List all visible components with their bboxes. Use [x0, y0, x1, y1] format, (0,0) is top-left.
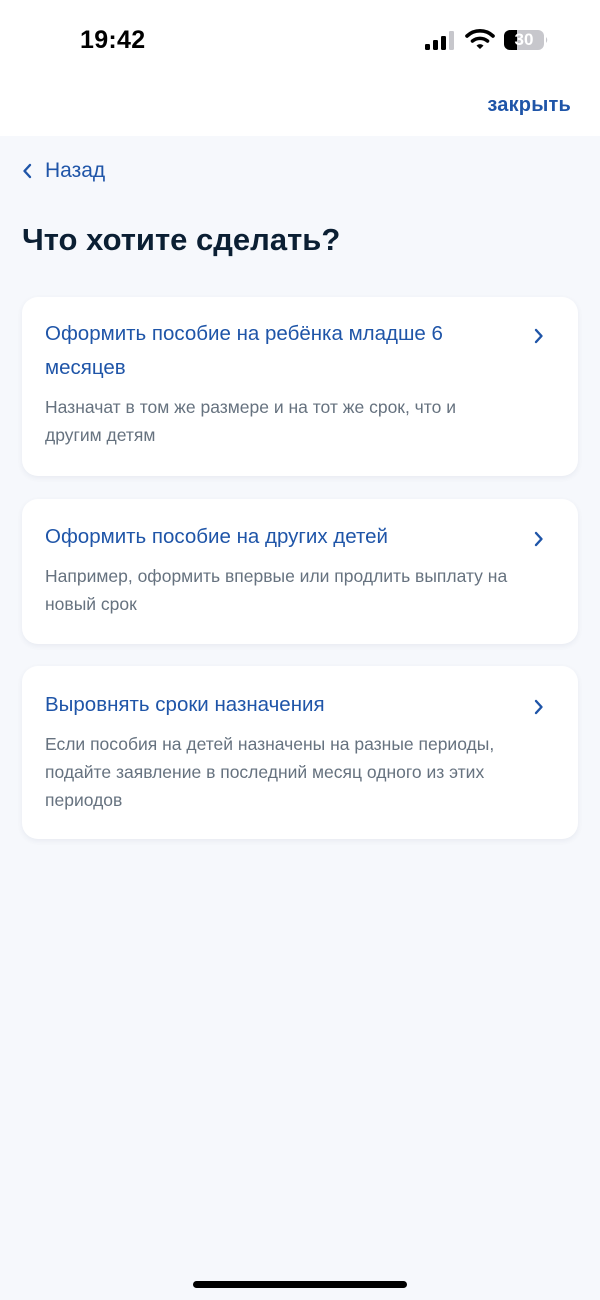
battery-level: 30 [514, 30, 534, 49]
option-title: Оформить пособие на ребёнка младше 6 мес… [45, 322, 443, 379]
chevron-right-icon [534, 531, 543, 547]
option-card-infant-benefit[interactable]: Оформить пособие на ребёнка младше 6 мес… [22, 297, 578, 476]
option-card-other-children[interactable]: Оформить пособие на других детей Наприме… [22, 499, 578, 644]
close-link[interactable]: закрыть [487, 94, 571, 117]
cellular-signal-icon [425, 31, 454, 50]
top-bar: 19:42 30 закрыть [0, 0, 600, 136]
option-card-align-terms[interactable]: Выровнять сроки назначения Если пособия … [22, 666, 578, 839]
option-description: Например, оформить впервые или продлить … [45, 566, 508, 614]
chevron-right-icon [534, 699, 543, 715]
back-label: Назад [45, 159, 106, 182]
chevron-right-icon [534, 328, 543, 344]
status-time: 19:42 [80, 26, 146, 54]
option-description: Если пособия на детей назначены на разны… [45, 734, 495, 810]
page-title: Что хотите сделать? [22, 222, 341, 257]
wifi-icon [465, 29, 495, 49]
option-title: Оформить пособие на других детей [45, 525, 388, 548]
home-indicator[interactable] [193, 1281, 407, 1288]
back-button[interactable]: Назад [22, 156, 105, 186]
chevron-left-icon [23, 163, 32, 179]
option-description: Назначат в том же размере и на тот же ср… [45, 397, 456, 445]
option-title: Выровнять сроки назначения [45, 693, 325, 716]
